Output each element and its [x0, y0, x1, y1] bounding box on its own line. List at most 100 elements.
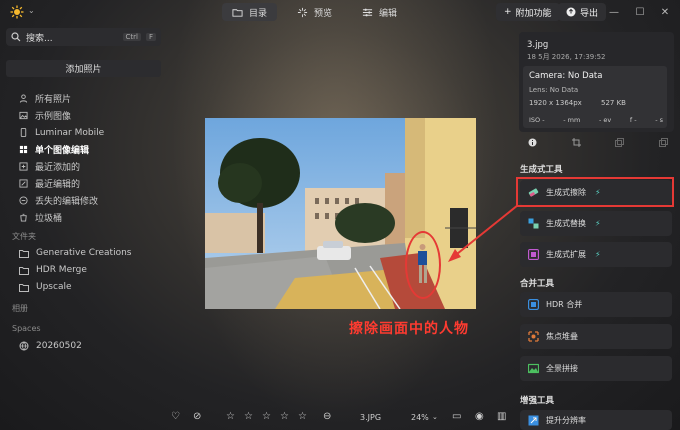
eye-icon[interactable]: ◉: [475, 411, 484, 422]
merge-section-label: 合并工具: [520, 279, 555, 289]
tab-presets[interactable]: 预览: [287, 3, 342, 21]
exif-box: Camera: No Data Lens: No Data 1920 x 136…: [523, 66, 667, 128]
panel-toggle-icon[interactable]: ▥: [497, 411, 506, 422]
panorama-icon: [528, 363, 539, 374]
sidebar-item-sample-images[interactable]: 示例图像: [8, 107, 158, 124]
plus-icon: +: [504, 7, 512, 17]
zoom-level[interactable]: 24%: [411, 413, 429, 422]
export-icon: [566, 7, 576, 17]
folders-section-label: 文件夹: [12, 232, 36, 241]
sidebar-item-single-image-edits[interactable]: 单个图像编辑: [8, 141, 158, 158]
swap-icon: [528, 218, 539, 229]
search-input[interactable]: 搜索... Ctrl F: [6, 28, 161, 46]
trash-restore-icon: [19, 196, 28, 205]
sidebar-item-recently-edited[interactable]: 最近编辑的: [8, 175, 158, 192]
exif-dimensions: 1920 x 1364px: [529, 99, 582, 107]
tool-generative-replace[interactable]: 生成式替换 ⚡: [520, 211, 672, 236]
sidebar-item-luminar-mobile[interactable]: Luminar Mobile: [8, 124, 158, 141]
reject-icon[interactable]: ⊘: [193, 411, 201, 422]
tab-catalog[interactable]: 目录: [222, 3, 278, 21]
star-icon[interactable]: ☆: [262, 411, 271, 422]
tool-upscale[interactable]: 提升分辨率: [520, 410, 672, 430]
sliders-icon: [362, 8, 373, 16]
info-circle-icon[interactable]: [528, 138, 537, 147]
chevron-down-icon[interactable]: ⌄: [432, 413, 438, 421]
hdr-icon: [528, 299, 539, 310]
tab-edit[interactable]: 编辑: [352, 3, 407, 21]
tool-generative-expand[interactable]: 生成式扩展 ⚡: [520, 242, 672, 267]
add-photos-label: 添加照片: [65, 65, 102, 75]
zoom-out-icon[interactable]: ⊖: [323, 411, 331, 422]
tab-edit-label: 编辑: [379, 8, 398, 19]
star-icon[interactable]: ☆: [280, 411, 289, 422]
shortcut-f: F: [145, 33, 156, 41]
info-filename: 3.jpg: [527, 40, 549, 50]
folder-item[interactable]: Generative Creations: [19, 248, 132, 258]
info-actions: [528, 138, 668, 150]
folder-item[interactable]: HDR Merge: [19, 265, 87, 275]
tool-panorama[interactable]: 全景拼接: [520, 356, 672, 381]
info-date: 18 5月 2026, 17:39:52: [527, 53, 606, 61]
heart-icon[interactable]: ♡: [171, 411, 180, 422]
add-photos-button[interactable]: 添加照片: [6, 60, 161, 77]
exif-ev: - ev: [598, 116, 612, 124]
enhance-section-label: 增强工具: [520, 396, 555, 406]
tool-label: 提升分辨率: [546, 415, 586, 425]
star-icon[interactable]: ☆: [244, 411, 253, 422]
sidebar-item-label: 丢失的编辑修改: [35, 197, 99, 207]
export-button[interactable]: 导出: [558, 3, 607, 21]
tool-hdr-merge[interactable]: HDR 合并: [520, 292, 672, 317]
close-icon[interactable]: ✕: [657, 4, 673, 20]
luminar-logo-icon[interactable]: [10, 5, 24, 19]
addons-button[interactable]: + 附加功能: [496, 3, 560, 21]
main-nav: 目录 预览 编辑: [222, 3, 407, 21]
highlight-box: [516, 177, 674, 207]
sidebar-nav: 所有照片 示例图像 Luminar Mobile 单个图像编辑 最近添加的 最近…: [8, 90, 158, 226]
image-icon: [19, 111, 28, 120]
tool-label: 焦点堆叠: [546, 332, 578, 341]
plus-box-icon: [19, 162, 28, 171]
minimize-icon[interactable]: —: [606, 4, 622, 20]
copy-icon[interactable]: [615, 138, 625, 147]
crop-icon[interactable]: [571, 138, 581, 147]
chevron-down-icon[interactable]: ⌄: [28, 6, 35, 15]
layers-icon[interactable]: [658, 138, 668, 147]
folder-icon: [19, 249, 29, 258]
sidebar-item-label: 单个图像编辑: [35, 146, 90, 156]
sidebar-item-label: Luminar Mobile: [35, 127, 105, 138]
grid-icon: [19, 145, 28, 154]
exif-shutter: - s: [655, 116, 663, 124]
exif-camera: Camera: No Data: [529, 71, 603, 81]
folder-label: Generative Creations: [36, 248, 132, 258]
folder-icon: [232, 8, 243, 17]
sidebar-item-lost-edits[interactable]: 丢失的编辑修改: [8, 192, 158, 209]
search-icon: [11, 32, 21, 42]
sidebar-item-all-photos[interactable]: 所有照片: [8, 90, 158, 107]
space-item[interactable]: 20260502: [19, 341, 82, 351]
maximize-icon[interactable]: ☐: [632, 4, 648, 20]
folder-item[interactable]: Upscale: [19, 282, 72, 292]
tab-catalog-label: 目录: [249, 8, 268, 19]
phone-icon: [20, 128, 27, 137]
exif-aperture: f -: [629, 116, 637, 124]
search-placeholder: 搜索...: [26, 33, 53, 44]
genai-section-label: 生成式工具: [520, 165, 563, 175]
folder-label: Upscale: [36, 282, 72, 292]
folder-icon: [19, 283, 29, 292]
annotation-circle: [405, 231, 441, 299]
spaces-section-label: Spaces: [12, 324, 41, 333]
sidebar-item-label: 所有照片: [35, 95, 72, 105]
focus-icon: [528, 331, 539, 342]
star-icon[interactable]: ☆: [298, 411, 307, 422]
exif-settings-row: ISO - - mm - ev f - - s: [529, 116, 663, 124]
tab-presets-label: 预览: [314, 8, 333, 19]
sidebar-item-recently-added[interactable]: 最近添加的: [8, 158, 158, 175]
addons-label: 附加功能: [515, 8, 552, 19]
folder-label: HDR Merge: [36, 265, 87, 275]
filename-label: 3.JPG: [360, 413, 382, 422]
exif-filesize: 527 KB: [601, 99, 626, 107]
sidebar-item-trash[interactable]: 垃圾桶: [8, 209, 158, 226]
compare-icon[interactable]: ▭: [452, 411, 461, 422]
star-icon[interactable]: ☆: [226, 411, 235, 422]
tool-focus-stacking[interactable]: 焦点堆叠: [520, 324, 672, 349]
